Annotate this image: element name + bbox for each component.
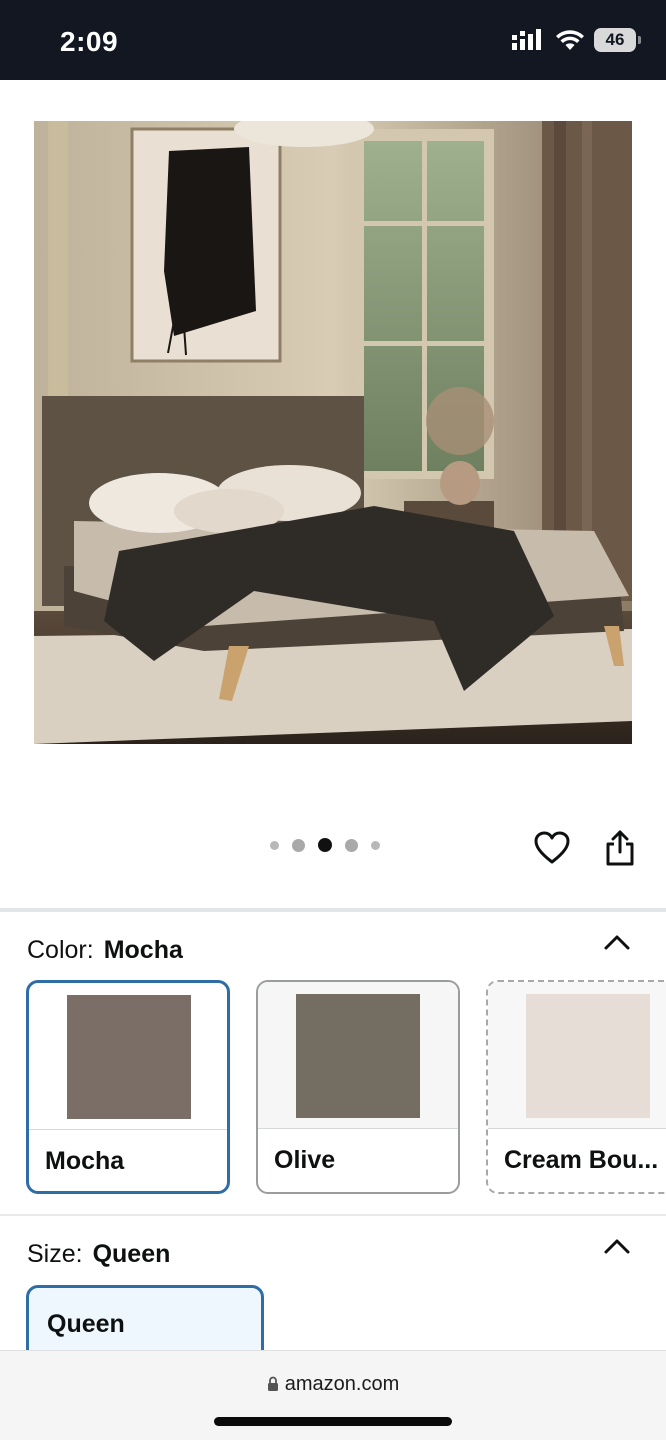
collapse-size-chevron-up-icon[interactable] bbox=[602, 1236, 632, 1256]
url-display[interactable]: amazon.com bbox=[0, 1373, 666, 1396]
color-option-olive[interactable]: Olive bbox=[256, 980, 460, 1194]
selected-color: Mocha bbox=[103, 936, 183, 964]
share-button[interactable] bbox=[598, 826, 642, 870]
olive-swatch-image bbox=[296, 994, 420, 1118]
swatch-separator bbox=[258, 1128, 458, 1129]
carousel-dot-active[interactable] bbox=[318, 838, 332, 852]
size-label-text: Size: bbox=[27, 1240, 83, 1268]
lock-icon bbox=[267, 1376, 278, 1391]
color-option-label: Mocha bbox=[45, 1147, 125, 1175]
swatch-image-area bbox=[258, 982, 458, 1128]
cellular-signal-icon bbox=[512, 29, 541, 50]
product-image[interactable] bbox=[34, 121, 632, 744]
cream-swatch-image bbox=[526, 994, 650, 1118]
battery-icon: 46 bbox=[594, 28, 641, 52]
color-option-mocha[interactable]: Mocha bbox=[26, 980, 230, 1194]
color-option-label: Cream Bou... bbox=[504, 1146, 659, 1174]
section-divider bbox=[0, 908, 666, 912]
share-icon bbox=[606, 830, 634, 866]
swatch-separator bbox=[29, 1129, 227, 1130]
home-indicator[interactable] bbox=[214, 1417, 452, 1426]
carousel-dot[interactable] bbox=[270, 840, 279, 850]
heart-icon bbox=[534, 831, 570, 864]
carousel-dot[interactable] bbox=[292, 838, 305, 852]
bedroom-photo bbox=[34, 121, 632, 744]
color-label-text: Color: bbox=[27, 936, 94, 964]
selected-size: Queen bbox=[92, 1240, 171, 1268]
size-option-label: Queen bbox=[47, 1310, 125, 1338]
image-carousel-dots[interactable] bbox=[270, 838, 380, 852]
swatch-image-area bbox=[488, 982, 666, 1128]
status-icons: 46 bbox=[512, 28, 641, 52]
carousel-dot[interactable] bbox=[371, 840, 380, 850]
add-to-list-button[interactable] bbox=[530, 826, 574, 870]
swatch-image-area bbox=[29, 983, 227, 1129]
swatch-separator bbox=[488, 1128, 666, 1129]
status-time: 2:09 bbox=[60, 26, 119, 57]
collapse-color-chevron-up-icon[interactable] bbox=[602, 932, 632, 952]
section-divider bbox=[0, 1214, 666, 1216]
wifi-icon bbox=[556, 30, 584, 50]
browser-address-bar[interactable]: amazon.com bbox=[0, 1350, 666, 1440]
url-text: amazon.com bbox=[284, 1373, 400, 1395]
color-option-cream-boucle[interactable]: Cream Bou... bbox=[486, 980, 666, 1194]
mocha-swatch-image bbox=[67, 995, 191, 1119]
carousel-dot[interactable] bbox=[345, 838, 358, 852]
color-label: Color: Mocha bbox=[27, 936, 183, 965]
size-label: Size: Queen bbox=[27, 1240, 170, 1269]
color-option-label: Olive bbox=[274, 1146, 336, 1174]
status-bar: 2:09 46 bbox=[0, 0, 666, 80]
